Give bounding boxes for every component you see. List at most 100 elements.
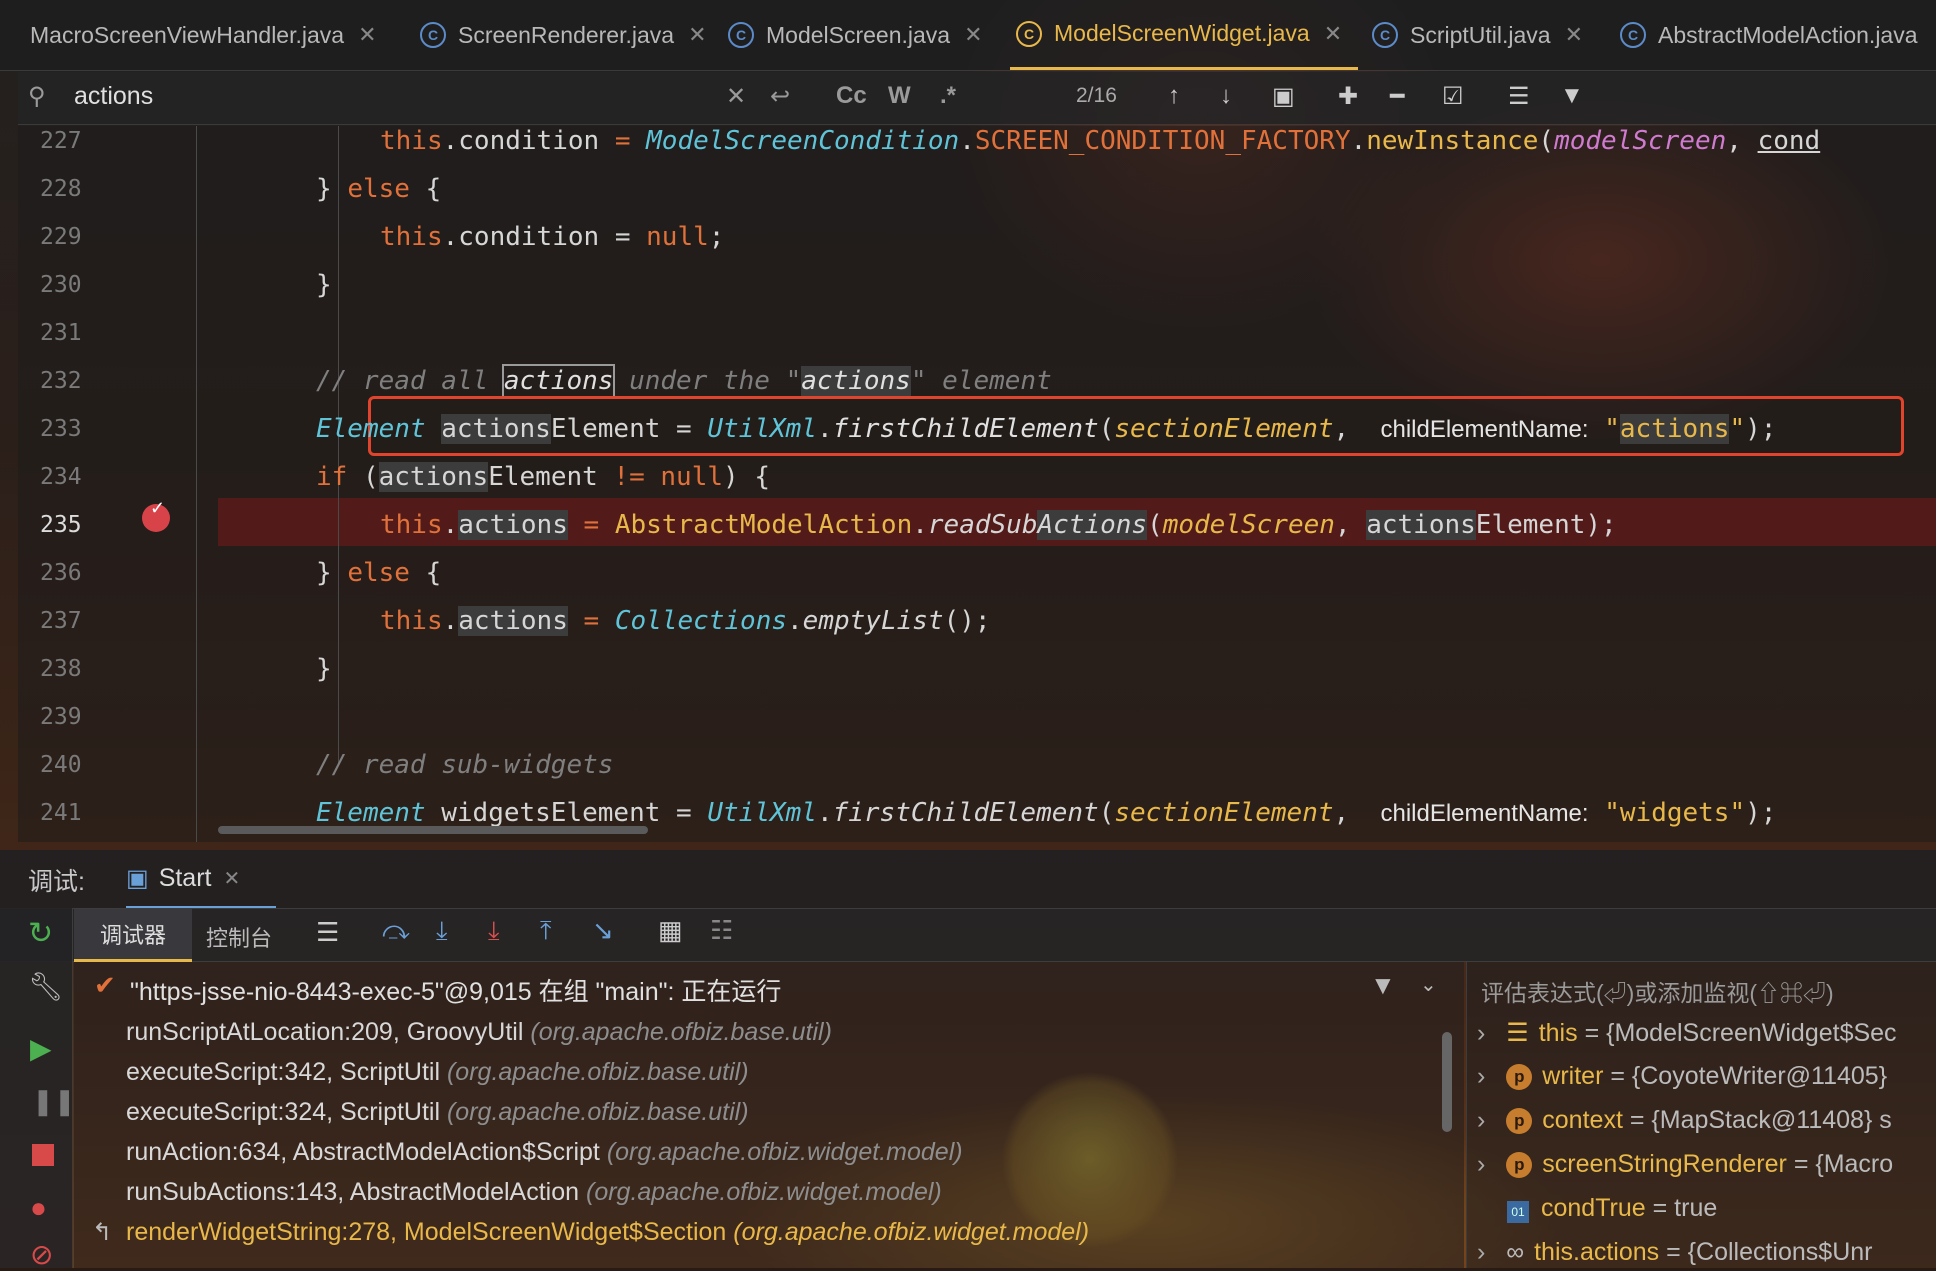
- variable-row[interactable]: › ∞ this.actions = {Collections$Unr: [1477, 1238, 1873, 1267]
- stop-icon[interactable]: [32, 1144, 54, 1166]
- debug-label: 调试:: [28, 868, 85, 896]
- line-number: 233: [40, 416, 82, 442]
- close-icon[interactable]: ✕: [964, 22, 982, 48]
- step-into-icon[interactable]: ⤓: [436, 915, 448, 947]
- class-icon: C: [728, 22, 754, 48]
- clear-icon[interactable]: ✕: [726, 82, 746, 111]
- stack-frame[interactable]: executeScript:342, ScriptUtil (org.apach…: [126, 1058, 749, 1087]
- class-icon: C: [420, 22, 446, 48]
- indent-guide: [338, 126, 339, 766]
- code-line-236: } else {: [316, 558, 442, 588]
- stack-frame[interactable]: runAction:634, AbstractModelAction$Scrip…: [126, 1138, 963, 1167]
- previous-occurrence-icon[interactable]: ↑: [1168, 82, 1180, 110]
- line-number: 232: [40, 368, 82, 394]
- line-number: 239: [40, 704, 82, 730]
- mute-breakpoints-icon[interactable]: ⊘: [30, 1238, 53, 1271]
- code-line-241: Element widgetsElement = UtilXml.firstCh…: [316, 798, 1777, 828]
- match-case-toggle[interactable]: Cc: [836, 82, 867, 110]
- line-number: 238: [40, 656, 82, 682]
- check-icon: ✓: [150, 498, 166, 518]
- code-editor[interactable]: 227 228 229 230 231 232 233 234 235 236 …: [18, 126, 1936, 842]
- tab-screenrenderer[interactable]: C ScreenRenderer.java ✕: [420, 0, 707, 70]
- line-number: 230: [40, 272, 82, 298]
- close-icon[interactable]: ✕: [688, 22, 706, 48]
- run-to-cursor-icon[interactable]: ↘: [592, 915, 614, 946]
- search-input[interactable]: actions: [74, 82, 153, 111]
- class-icon: C: [1016, 20, 1042, 47]
- code-line-227: this.condition = ModelScreenCondition.SC…: [380, 126, 1821, 156]
- parameter-icon: p: [1506, 1064, 1533, 1090]
- search-icon[interactable]: ⚲: [28, 82, 46, 111]
- chevron-down-icon[interactable]: ⌄: [1420, 972, 1437, 997]
- stack-frame[interactable]: executeScript:324, ScriptUtil (org.apach…: [126, 1098, 749, 1127]
- regex-toggle[interactable]: .*: [940, 82, 956, 110]
- variable-row[interactable]: › p screenStringRenderer = {Macro: [1477, 1150, 1893, 1179]
- resume-icon[interactable]: ▶: [30, 1032, 52, 1065]
- settings-wrench-icon[interactable]: 🔧︎: [28, 970, 64, 1003]
- step-over-icon[interactable]: ⤼: [382, 915, 410, 947]
- filter-options-icon[interactable]: ☰: [1508, 82, 1530, 111]
- add-selection-icon[interactable]: ✚: [1338, 82, 1358, 111]
- variable-row[interactable]: 01 condTrue = true: [1477, 1194, 1717, 1223]
- force-step-into-icon[interactable]: ⤓: [488, 915, 500, 947]
- stack-frame[interactable]: runScriptAtLocation:209, GroovyUtil (org…: [126, 1018, 832, 1047]
- variable-row[interactable]: › p writer = {CoyoteWriter@11405}: [1477, 1062, 1887, 1091]
- tab-console[interactable]: 控制台: [206, 921, 272, 953]
- close-icon[interactable]: ✕: [223, 866, 240, 891]
- stack-frame[interactable]: runSubActions:143, AbstractModelAction (…: [126, 1178, 942, 1207]
- watch-glasses-icon: ∞: [1506, 1238, 1525, 1266]
- close-icon[interactable]: ✕: [358, 22, 376, 48]
- tab-macroscreenviewhandler[interactable]: MacroScreenViewHandler.java ✕: [0, 0, 377, 70]
- class-icon: C: [1372, 22, 1398, 48]
- horizontal-scrollbar[interactable]: [218, 826, 648, 834]
- watch-expression-input[interactable]: 评估表达式(⏎)或添加监视(⇧⌘⏎): [1481, 974, 1834, 1008]
- boolean-icon: 01: [1507, 1201, 1529, 1223]
- pause-icon[interactable]: ❚❚: [32, 1086, 76, 1117]
- variable-row[interactable]: › p context = {MapStack@11408} s: [1477, 1106, 1892, 1135]
- code-line-234: if (actionsElement != null) {: [316, 462, 770, 492]
- frames-scrollbar[interactable]: [1442, 1032, 1452, 1132]
- toggle-selection-icon[interactable]: ☑: [1442, 82, 1464, 111]
- find-bar: ⚲ actions ✕ ↩ Cc W .* 2/16 ↑ ↓ ▣ ✚ ━ ☑ ☰…: [18, 72, 1936, 125]
- tab-debugger[interactable]: 调试器: [74, 909, 192, 962]
- select-all-occurrences-icon[interactable]: ▣: [1272, 82, 1295, 111]
- frames-menu-icon[interactable]: ☰: [316, 917, 339, 948]
- remove-selection-icon[interactable]: ━: [1390, 82, 1404, 111]
- step-out-icon[interactable]: ⤒: [540, 915, 552, 947]
- variables-panel: 评估表达式(⏎)或添加监视(⇧⌘⏎) › ☰ this = {ModelScree…: [1466, 962, 1936, 1268]
- close-icon[interactable]: ✕: [1324, 21, 1342, 47]
- thread-selector[interactable]: "https-jsse-nio-8443-exec-5"@9,015 在组 "m…: [130, 972, 781, 1008]
- session-tab-start[interactable]: ▣ Start ✕: [126, 850, 276, 909]
- code-line-232: // read all actions under the "actions" …: [316, 364, 1052, 398]
- tab-label: ModelScreenWidget.java: [1054, 20, 1310, 46]
- code-line-238: }: [316, 654, 332, 684]
- tab-label: MacroScreenViewHandler.java: [30, 21, 345, 48]
- run-config-icon: ▣: [126, 864, 149, 892]
- debug-toolbar: 调试器 控制台 ☰ ⤼ ⤓ ⤓ ⤒ ↘ ▦ ☷: [0, 908, 1936, 962]
- rerun-icon[interactable]: ↻: [28, 916, 53, 951]
- line-number: 236: [40, 560, 82, 586]
- filter-icon[interactable]: ▼: [1560, 82, 1584, 110]
- line-number: 235: [40, 512, 82, 538]
- tab-modelscreen[interactable]: C ModelScreen.java ✕: [728, 0, 983, 70]
- whole-words-toggle[interactable]: W: [888, 82, 911, 110]
- evaluate-expression-icon[interactable]: ▦: [658, 915, 683, 946]
- tab-scriptutil[interactable]: C ScriptUtil.java ✕: [1372, 0, 1583, 70]
- filter-icon[interactable]: ▼: [1370, 970, 1396, 1001]
- debug-side-toolbar: ↻ 🔧︎ ▶ ❚❚ ● ⊘: [0, 908, 76, 1271]
- tab-modelscreenwidget[interactable]: C ModelScreenWidget.java ✕: [1010, 0, 1358, 70]
- session-tab-label: Start: [158, 863, 212, 892]
- tab-label: ModelScreen.java: [766, 21, 951, 48]
- frames-panel: ✔ "https-jsse-nio-8443-exec-5"@9,015 在组 …: [74, 962, 1464, 1268]
- code-line-228: } else {: [316, 174, 442, 204]
- view-breakpoints-icon[interactable]: ●: [30, 1192, 47, 1224]
- new-line-icon[interactable]: ↩: [770, 82, 790, 111]
- line-number: 231: [40, 320, 82, 346]
- parameter-hint: childElementName:: [1380, 800, 1589, 827]
- variable-row[interactable]: › ☰ this = {ModelScreenWidget$Sec: [1477, 1018, 1897, 1048]
- close-icon[interactable]: ✕: [1565, 22, 1583, 48]
- stack-frame-current[interactable]: renderWidgetString:278, ModelScreenWidge…: [126, 1218, 1089, 1247]
- trace-icon[interactable]: ☷: [710, 915, 733, 946]
- tab-abstractmodelaction[interactable]: C AbstractModelAction.java: [1620, 0, 1918, 70]
- next-occurrence-icon[interactable]: ↓: [1220, 82, 1232, 110]
